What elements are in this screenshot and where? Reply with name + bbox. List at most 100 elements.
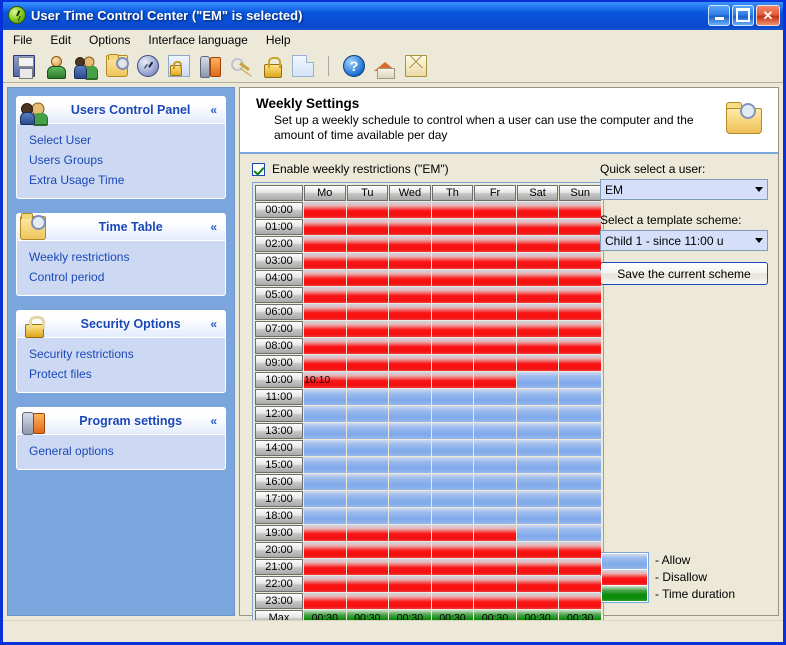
schedule-cell-tu-1800[interactable] bbox=[346, 508, 389, 524]
schedule-cell-wed-0400[interactable] bbox=[389, 270, 431, 286]
schedule-cell-fr-0700[interactable] bbox=[474, 321, 516, 337]
schedule-cell-sat-1000[interactable] bbox=[516, 372, 559, 388]
schedule-cell-th-0200[interactable] bbox=[431, 236, 474, 252]
schedule-cell-tu-0100[interactable] bbox=[346, 219, 389, 235]
sidebar-panel-header-time-table[interactable]: Time Table « bbox=[16, 213, 226, 241]
folder-search-icon[interactable] bbox=[106, 54, 129, 77]
schedule-cell-tu-1200[interactable] bbox=[346, 406, 389, 422]
schedule-cell-sun-1200[interactable] bbox=[559, 406, 601, 422]
schedule-cell-mo-1700[interactable] bbox=[304, 491, 346, 507]
menu-item-edit[interactable]: Edit bbox=[48, 32, 73, 48]
menu-item-file[interactable]: File bbox=[11, 32, 34, 48]
schedule-cell-sat-1300[interactable] bbox=[516, 423, 559, 439]
schedule-cell-sat-0700[interactable] bbox=[516, 321, 559, 337]
schedule-cell-fr-0500[interactable] bbox=[474, 287, 516, 303]
schedule-cell-sat-0200[interactable] bbox=[516, 236, 559, 252]
chevron-up-icon[interactable]: « bbox=[210, 221, 217, 233]
chevron-up-icon[interactable]: « bbox=[210, 415, 217, 427]
chevron-down-icon[interactable] bbox=[750, 180, 767, 199]
enable-weekly-restrictions-row[interactable]: Enable weekly restrictions ("EM") bbox=[252, 162, 592, 176]
schedule-cell-sun-0400[interactable] bbox=[559, 270, 601, 286]
schedule-cell-mo-0300[interactable] bbox=[304, 253, 346, 269]
schedule-cell-tu-2300[interactable] bbox=[346, 593, 389, 609]
hour-label[interactable]: 17:00 bbox=[255, 491, 303, 507]
sidebar-item-users-groups[interactable]: Users Groups bbox=[17, 150, 225, 170]
schedule-cell-th-1900[interactable] bbox=[431, 525, 474, 541]
schedule-cell-sun-0800[interactable] bbox=[559, 338, 601, 354]
close-button[interactable] bbox=[756, 4, 780, 26]
schedule-cell-mo-1800[interactable] bbox=[304, 508, 346, 524]
schedule-cell-sun-0100[interactable] bbox=[559, 219, 601, 235]
schedule-cell-fr-0000[interactable] bbox=[474, 202, 516, 218]
schedule-cell-mo-2200[interactable] bbox=[304, 576, 346, 592]
schedule-cell-wed-1300[interactable] bbox=[389, 423, 431, 439]
menu-item-help[interactable]: Help bbox=[264, 32, 293, 48]
schedule-cell-sun-1400[interactable] bbox=[559, 440, 601, 456]
schedule-cell-wed-1600[interactable] bbox=[389, 474, 431, 490]
hour-label[interactable]: 23:00 bbox=[255, 593, 303, 609]
home-icon[interactable] bbox=[374, 55, 396, 79]
hour-label[interactable]: 09:00 bbox=[255, 355, 303, 371]
hour-label[interactable]: 16:00 bbox=[255, 474, 303, 490]
schedule-cell-th-0800[interactable] bbox=[431, 338, 474, 354]
hour-label[interactable]: 12:00 bbox=[255, 406, 303, 422]
schedule-cell-fr-1300[interactable] bbox=[474, 423, 516, 439]
schedule-cell-tu-1300[interactable] bbox=[346, 423, 389, 439]
day-header-sun[interactable]: Sun bbox=[559, 185, 601, 201]
clock-icon[interactable] bbox=[137, 55, 159, 77]
hour-label[interactable]: 14:00 bbox=[255, 440, 303, 456]
template-scheme-dropdown[interactable]: Child 1 - since 11:00 u bbox=[600, 230, 768, 251]
schedule-cell-sat-0500[interactable] bbox=[516, 287, 559, 303]
schedule-cell-th-1300[interactable] bbox=[431, 423, 474, 439]
hour-label[interactable]: 21:00 bbox=[255, 559, 303, 575]
schedule-cell-sun-2000[interactable] bbox=[559, 542, 601, 558]
schedule-cell-sun-0600[interactable] bbox=[559, 304, 601, 320]
schedule-cell-wed-1000[interactable] bbox=[389, 372, 431, 388]
schedule-cell-th-1400[interactable] bbox=[431, 440, 474, 456]
schedule-cell-wed-0500[interactable] bbox=[389, 287, 431, 303]
schedule-cell-wed-0700[interactable] bbox=[389, 321, 431, 337]
schedule-cell-sat-0400[interactable] bbox=[516, 270, 559, 286]
schedule-cell-th-0900[interactable] bbox=[431, 355, 474, 371]
sidebar-panel-header-program-settings[interactable]: Program settings « bbox=[16, 407, 226, 435]
hour-label[interactable]: 00:00 bbox=[255, 202, 303, 218]
menu-item-interface-language[interactable]: Interface language bbox=[146, 32, 249, 48]
schedule-cell-mo-0700[interactable] bbox=[304, 321, 346, 337]
schedule-cell-fr-0300[interactable] bbox=[474, 253, 516, 269]
schedule-cell-tu-1600[interactable] bbox=[346, 474, 389, 490]
schedule-cell-wed-0800[interactable] bbox=[389, 338, 431, 354]
schedule-cell-mo-0500[interactable] bbox=[304, 287, 346, 303]
schedule-cell-sat-1200[interactable] bbox=[516, 406, 559, 422]
schedule-cell-tu-0900[interactable] bbox=[346, 355, 389, 371]
hour-label[interactable]: 15:00 bbox=[255, 457, 303, 473]
hour-label[interactable]: 11:00 bbox=[255, 389, 303, 405]
schedule-cell-sun-1700[interactable] bbox=[559, 491, 601, 507]
schedule-cell-tu-1700[interactable] bbox=[346, 491, 389, 507]
hour-label[interactable]: 06:00 bbox=[255, 304, 303, 320]
schedule-cell-mo-2100[interactable] bbox=[304, 559, 346, 575]
schedule-cell-fr-1400[interactable] bbox=[474, 440, 516, 456]
chevron-up-icon[interactable]: « bbox=[210, 318, 217, 330]
schedule-cell-tu-2200[interactable] bbox=[346, 576, 389, 592]
schedule-cell-sat-0300[interactable] bbox=[516, 253, 559, 269]
schedule-cell-mo-1600[interactable] bbox=[304, 474, 346, 490]
schedule-cell-tu-1400[interactable] bbox=[346, 440, 389, 456]
hour-label[interactable]: 22:00 bbox=[255, 576, 303, 592]
schedule-cell-fr-0600[interactable] bbox=[474, 304, 516, 320]
maximize-button[interactable] bbox=[732, 4, 754, 26]
schedule-cell-wed-1800[interactable] bbox=[389, 508, 431, 524]
schedule-cell-sat-1100[interactable] bbox=[516, 389, 559, 405]
schedule-cell-th-1000[interactable] bbox=[431, 372, 474, 388]
schedule-cell-fr-2000[interactable] bbox=[474, 542, 516, 558]
schedule-cell-wed-0600[interactable] bbox=[389, 304, 431, 320]
hour-label[interactable]: 05:00 bbox=[255, 287, 303, 303]
schedule-cell-wed-0100[interactable] bbox=[389, 219, 431, 235]
schedule-cell-wed-0000[interactable] bbox=[389, 202, 431, 218]
schedule-cell-th-1500[interactable] bbox=[431, 457, 474, 473]
schedule-cell-fr-2200[interactable] bbox=[474, 576, 516, 592]
schedule-cell-tu-0000[interactable] bbox=[346, 202, 389, 218]
padlock-icon[interactable] bbox=[261, 55, 283, 78]
schedule-cell-wed-1200[interactable] bbox=[389, 406, 431, 422]
chevron-up-icon[interactable]: « bbox=[210, 104, 217, 116]
locked-document-icon[interactable] bbox=[168, 55, 190, 77]
